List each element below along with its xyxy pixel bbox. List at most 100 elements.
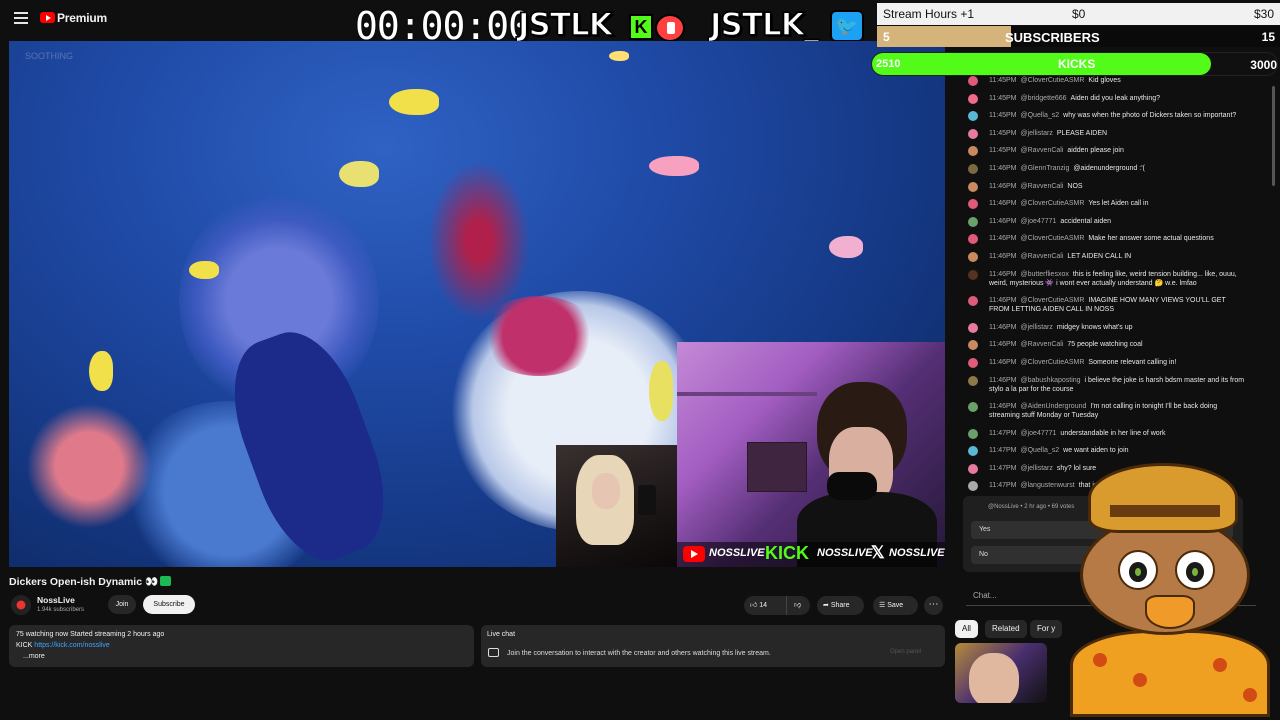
thumbs-down-icon: 👎︎	[793, 602, 802, 609]
chat-avatar[interactable]	[968, 76, 978, 86]
stream-hours-bar: Stream Hours +1 $0 $30	[877, 3, 1280, 25]
share-button[interactable]: ➦ Share	[817, 596, 864, 615]
chat-timestamp: 11:47PM	[989, 429, 1017, 437]
chat-author[interactable]: @Quella_s2	[1021, 112, 1060, 119]
chat-timestamp: 11:45PM	[989, 147, 1017, 155]
chat-author[interactable]: @jellistarz	[1021, 465, 1053, 472]
chat-author[interactable]: @GlennTranzig	[1021, 165, 1070, 172]
chat-avatar[interactable]	[968, 428, 978, 439]
chat-author[interactable]: @joe47771	[1021, 218, 1057, 225]
open-panel-button[interactable]: Open panel	[890, 649, 921, 655]
join-button[interactable]: Join	[108, 595, 136, 614]
chat-timestamp: 11:46PM	[989, 164, 1017, 172]
microphone-icon	[827, 472, 877, 500]
chat-author[interactable]: @CloverCutieASMR	[1021, 297, 1085, 304]
live-chat-title: Live chat	[487, 631, 516, 638]
chat-text: why was when the photo of Dickers taken …	[1063, 112, 1237, 120]
youtube-logo-icon[interactable]	[40, 12, 55, 23]
chat-avatar[interactable]	[968, 93, 978, 104]
chat-scrollbar[interactable]	[1272, 86, 1275, 186]
chat-text: understandable in her line of work	[1060, 429, 1166, 437]
chat-timestamp: 11:46PM	[989, 217, 1017, 225]
description-box[interactable]: 75 watching now Started streaming 2 hour…	[9, 625, 474, 667]
chat-avatar[interactable]	[968, 216, 978, 227]
recommended-video-thumbnail[interactable]	[955, 643, 1047, 703]
description-more-link[interactable]: ...more	[23, 653, 45, 660]
chat-author[interactable]: @RavvenCali	[1021, 183, 1064, 190]
save-button[interactable]: ☰ Save	[873, 596, 918, 615]
chat-avatar[interactable]	[968, 322, 978, 333]
share-label: Share	[830, 602, 850, 609]
kick-link[interactable]: https://kick.com/nosslive	[34, 642, 109, 649]
chat-avatar[interactable]	[968, 163, 978, 174]
chat-author[interactable]: @babushkaposting	[1021, 377, 1081, 384]
subscribers-goal-bar: 5 SUBSCRIBERS 15	[877, 26, 1280, 47]
chat-avatar[interactable]	[968, 446, 978, 457]
dislike-button[interactable]: 👎︎	[786, 596, 808, 615]
chat-author[interactable]: @Quella_s2	[1021, 447, 1060, 454]
chat-author[interactable]: @RavvenCali	[1021, 341, 1064, 348]
chat-text: NOS	[1067, 182, 1083, 190]
tab-related[interactable]: Related	[985, 620, 1027, 638]
social-handle-youtube: NOSSLIVE	[709, 547, 765, 559]
chat-message: 11:46PM @RavvenCali LET AIDEN CALL IN	[965, 251, 1247, 262]
subscribe-button[interactable]: Subscribe	[143, 595, 195, 614]
premium-label[interactable]: Premium	[57, 11, 107, 25]
chat-timestamp: 11:46PM	[989, 182, 1017, 190]
chat-avatar[interactable]	[968, 251, 978, 262]
video-player[interactable]: SOOTHING NOSSLIVE KICK NOSSLIVE 𝕏 NOSSLI…	[9, 41, 945, 567]
chat-text: we want aiden to join	[1063, 447, 1129, 455]
chat-author[interactable]: @CloverCutieASMR	[1021, 200, 1085, 207]
chat-avatar[interactable]	[968, 269, 978, 280]
bird-mascot-overlay	[1050, 455, 1275, 717]
chat-author[interactable]: @CloverCutieASMR	[1021, 235, 1085, 242]
streamer-camera-inset: NOSSLIVE KICK NOSSLIVE 𝕏 NOSSLIVE	[677, 342, 945, 567]
chat-bubble-icon	[488, 648, 499, 657]
chat-author[interactable]: @CloverCutieASMR	[1021, 77, 1085, 84]
chat-author[interactable]: @RavvenCali	[1021, 147, 1064, 154]
chat-avatar[interactable]	[968, 481, 978, 492]
chat-message: 11:46PM @CloverCutieASMR Someone relevant …	[965, 357, 1247, 368]
chat-message: 11:46PM @CloverCutieASMR Make her answer s…	[965, 234, 1247, 245]
kick-logo-icon: KICK	[765, 543, 809, 563]
chat-message: 11:46PM @joe47771 accidental aiden	[965, 216, 1247, 227]
chat-author[interactable]: @joe47771	[1021, 430, 1057, 437]
chat-avatar[interactable]	[968, 111, 978, 122]
stream-hours-current: $0	[1072, 7, 1086, 21]
chat-avatar[interactable]	[968, 357, 978, 368]
kicks-current: 2510	[876, 58, 901, 70]
chat-avatar[interactable]	[968, 402, 978, 413]
chat-author[interactable]: @CloverCutieASMR	[1021, 359, 1085, 366]
chat-author[interactable]: @AidenUnderground	[1021, 403, 1087, 410]
tab-all[interactable]: All	[955, 620, 978, 638]
chat-avatar[interactable]	[968, 296, 978, 307]
chat-author[interactable]: @butterfliesxox	[1021, 271, 1069, 278]
more-actions-button[interactable]: ⋯	[924, 596, 943, 615]
chat-text: Kid gloves	[1088, 77, 1121, 84]
chat-avatar[interactable]	[968, 146, 978, 157]
chat-avatar[interactable]	[968, 234, 978, 245]
chat-message: 11:46PM @CloverCutieASMR IMAGINE HOW MANY …	[965, 296, 1247, 314]
chat-author[interactable]: @jellistarz	[1021, 130, 1053, 137]
playlist-add-icon: ☰	[879, 602, 888, 609]
chat-author[interactable]: @jellistarz	[1021, 324, 1053, 331]
chat-author[interactable]: @bridgette666	[1021, 95, 1067, 102]
chat-text: @aidenunderground :'(	[1073, 164, 1145, 172]
youtube-icon	[683, 546, 705, 562]
chat-avatar[interactable]	[968, 128, 978, 139]
menu-icon[interactable]	[14, 12, 28, 24]
chat-avatar[interactable]	[968, 340, 978, 351]
chat-message: 11:47PM @Quella_s2 we want aiden to join	[965, 446, 1247, 457]
channel-avatar[interactable]	[11, 595, 31, 615]
chat-message: 11:46PM @CloverCutieASMR Yes let Aiden cal…	[965, 199, 1247, 210]
chat-avatar[interactable]	[968, 199, 978, 210]
chat-author[interactable]: @RavvenCali	[1021, 253, 1064, 260]
chat-avatar[interactable]	[968, 375, 978, 386]
like-button[interactable]: 👍︎ 14	[744, 596, 782, 615]
channel-name[interactable]: NossLive	[37, 595, 75, 605]
chat-message: 11:47PM @joe47771 understandable in her li…	[965, 428, 1247, 439]
chat-avatar[interactable]	[968, 463, 978, 474]
chat-avatar[interactable]	[968, 181, 978, 192]
kick-icon: K	[629, 14, 653, 40]
chat-timestamp: 11:45PM	[989, 129, 1017, 137]
